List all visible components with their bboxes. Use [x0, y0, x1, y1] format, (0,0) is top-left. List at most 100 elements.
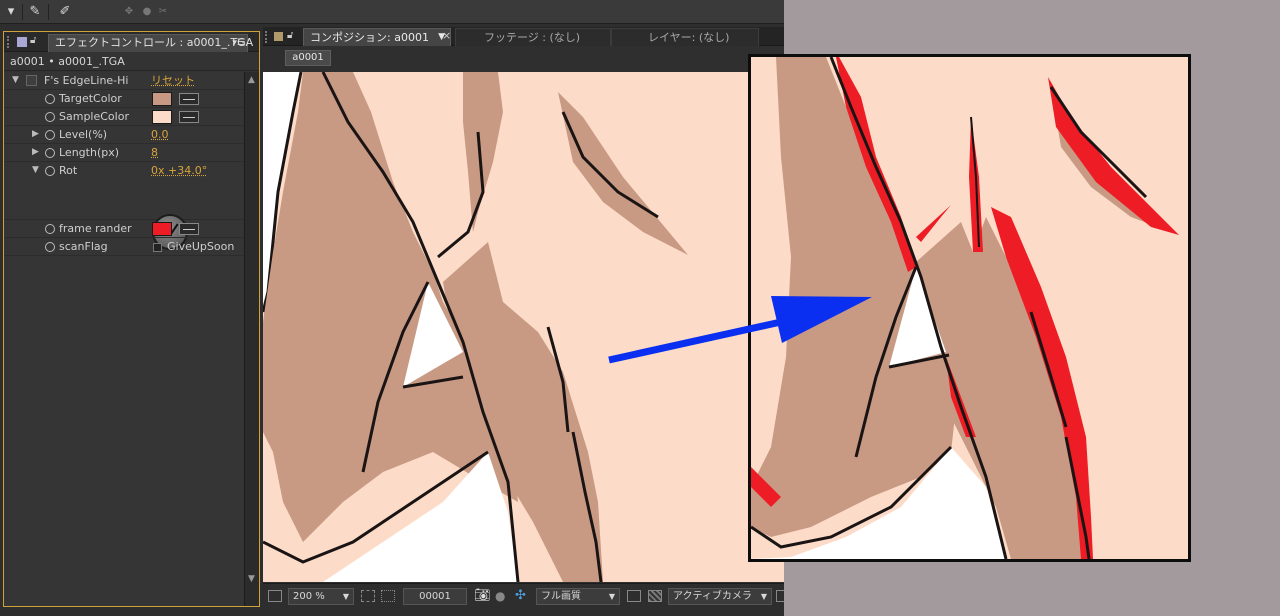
breadcrumb: a0001 • a0001_.TGA — [4, 53, 259, 71]
level-value[interactable]: 0.0 — [151, 126, 169, 143]
fx-toggle-checkbox[interactable] — [26, 75, 37, 86]
scroll-down-icon[interactable]: ▼ — [248, 574, 255, 584]
chevron-down-icon: ▼ — [342, 592, 349, 601]
viewer-bottom-bar: 200 % ▼ 00001 📷︎ ● ✣ フル画質 ▼ アクティブカメラ ▼ — [263, 583, 784, 609]
eyedropper-icon[interactable] — [179, 93, 199, 105]
zoom-value: 200 % — [293, 591, 325, 602]
always-preview-icon[interactable] — [268, 590, 282, 602]
sample-color-swatch[interactable] — [152, 110, 172, 124]
stopwatch-icon[interactable] — [45, 112, 55, 122]
scroll-up-icon[interactable]: ▲ — [248, 75, 255, 85]
brush-icon[interactable]: ✎ — [24, 2, 46, 22]
tab-composition[interactable]: コンポジション: a0001 ▼ — [303, 28, 451, 46]
camera-snapshot-icon[interactable]: 📷︎ — [474, 588, 491, 603]
effect-header-row[interactable]: ▼ F's EdgeLine-Hi リセット — [4, 72, 243, 90]
expand-triangle-icon[interactable]: ▶ — [32, 126, 39, 143]
artwork-shadow-upper-right — [558, 92, 688, 255]
property-row-frame-rander: frame rander — [4, 220, 243, 238]
panel-menu-icon[interactable]: ▾☰ — [232, 35, 245, 51]
mask-visibility-icon[interactable] — [381, 590, 395, 602]
effect-property-list: ▼ F's EdgeLine-Hi リセット TargetColor Sampl… — [4, 72, 243, 606]
region-of-interest-icon[interactable] — [627, 590, 641, 602]
stopwatch-icon[interactable] — [45, 94, 55, 104]
expand-triangle-icon[interactable]: ▼ — [12, 72, 19, 89]
after-effects-window: ▾ ✎ ✐ ✥ ● ✂ 🔓︎ エフェクトコントロール : a0001_.TGA … — [0, 0, 784, 616]
lock-icon[interactable]: 🔓︎ — [30, 35, 42, 49]
property-label: TargetColor — [59, 92, 122, 105]
panel-grip-icon[interactable] — [7, 36, 11, 48]
comp-navigator-bar: a0001 — [263, 47, 784, 69]
resolution-value: フル画質 — [541, 591, 581, 602]
rot-value[interactable]: 0x +34.0° — [151, 162, 207, 179]
tab-effect-controls[interactable]: エフェクトコントロール : a0001_.TGA ▾☰ — [48, 34, 253, 52]
timecode-value: 00001 — [419, 591, 451, 602]
toolbar-divider — [22, 4, 23, 20]
stopwatch-icon[interactable] — [45, 166, 55, 176]
artwork-shadow-top — [463, 72, 503, 232]
channel-icon[interactable]: ✣ — [515, 588, 526, 603]
property-row-length: ▶ Length(px) 8 — [4, 144, 243, 162]
expand-triangle-icon[interactable]: ▶ — [32, 144, 39, 161]
composition-viewer[interactable] — [263, 72, 784, 582]
tab-layer[interactable]: レイヤー: (なし) — [611, 28, 759, 46]
safe-zones-icon[interactable] — [361, 590, 375, 602]
property-label: SampleColor — [59, 110, 129, 123]
zoom-dropdown[interactable]: 200 % ▼ — [288, 588, 354, 605]
stopwatch-icon[interactable] — [45, 224, 55, 234]
pin-icon[interactable]: ✐ — [54, 2, 76, 22]
close-icon[interactable]: × — [442, 29, 451, 42]
property-label: scanFlag — [59, 240, 108, 253]
target-color-swatch[interactable] — [152, 92, 172, 106]
checkbox-label: GiveUpSoon — [167, 240, 235, 253]
stopwatch-icon[interactable] — [45, 242, 55, 252]
length-value[interactable]: 8 — [151, 144, 158, 161]
resolution-dropdown[interactable]: フル画質 ▼ — [536, 588, 620, 605]
transparency-grid-icon[interactable] — [648, 590, 662, 602]
property-row-rot: ▼ Rot 0x +34.0° — [4, 162, 243, 220]
camera-value: アクティブカメラ — [673, 591, 752, 602]
chevron-down-icon[interactable]: ▾ — [0, 2, 22, 22]
tools-toolbar: ▾ ✎ ✐ ✥ ● ✂ — [0, 0, 784, 24]
zoomed-artwork — [751, 57, 1179, 559]
comp-breadcrumb-chip[interactable]: a0001 — [285, 50, 331, 66]
viewer-tabbar: 🔓︎ コンポジション: a0001 ▼ × フッテージ : (なし) レイヤー:… — [263, 27, 784, 46]
scissors-icon[interactable]: ✂ — [152, 2, 174, 22]
property-label: Length(px) — [59, 146, 120, 159]
panel-color-icon — [274, 32, 283, 41]
effect-controls-scrollbar[interactable]: ▲ ▼ — [244, 72, 259, 606]
give-up-soon-checkbox[interactable] — [153, 243, 162, 252]
tab-effect-controls-label: エフェクトコントロール : a0001_.TGA — [55, 36, 254, 49]
toolbar-divider — [48, 4, 49, 20]
property-label: Level(%) — [59, 128, 108, 141]
panel-grip-icon[interactable] — [265, 31, 269, 43]
panel-color-icon — [17, 37, 27, 47]
effect-name: F's EdgeLine-Hi — [44, 74, 129, 87]
camera-dropdown[interactable]: アクティブカメラ ▼ — [668, 588, 772, 605]
reset-button[interactable]: リセット — [151, 72, 195, 89]
zoomed-result-callout — [748, 54, 1191, 562]
stopwatch-icon[interactable] — [45, 148, 55, 158]
expand-triangle-icon[interactable]: ▼ — [32, 162, 39, 179]
artwork-canvas — [263, 72, 688, 582]
eyedropper-icon[interactable] — [179, 111, 199, 123]
property-row-level: ▶ Level(%) 0.0 — [4, 126, 243, 144]
property-row-scan-flag: scanFlag GiveUpSoon — [4, 238, 243, 256]
timecode-field[interactable]: 00001 — [403, 588, 467, 605]
lock-icon[interactable]: 🔓︎ — [287, 30, 299, 44]
composition-panel: 🔓︎ コンポジション: a0001 ▼ × フッテージ : (なし) レイヤー:… — [263, 27, 784, 609]
property-row-target-color: TargetColor — [4, 90, 243, 108]
chevron-down-icon: ▼ — [760, 592, 767, 601]
property-label: frame rander — [59, 222, 132, 235]
tab-layer-label: レイヤー: (なし) — [648, 31, 730, 44]
chevron-down-icon: ▼ — [608, 592, 615, 601]
property-row-sample-color: SampleColor — [4, 108, 243, 126]
show-snapshot-icon[interactable]: ● — [495, 589, 505, 603]
tab-composition-label: コンポジション: a0001 — [310, 31, 429, 44]
view-layout-icon[interactable] — [776, 590, 784, 602]
stopwatch-icon[interactable] — [45, 130, 55, 140]
zoom-shadow-top-right — [1051, 87, 1179, 235]
tab-footage[interactable]: フッテージ : (なし) — [455, 28, 611, 46]
frame-rander-swatch[interactable] — [152, 222, 172, 236]
eyedropper-icon[interactable] — [179, 223, 199, 235]
effect-controls-tabbar: 🔓︎ エフェクトコントロール : a0001_.TGA ▾☰ — [4, 32, 259, 52]
